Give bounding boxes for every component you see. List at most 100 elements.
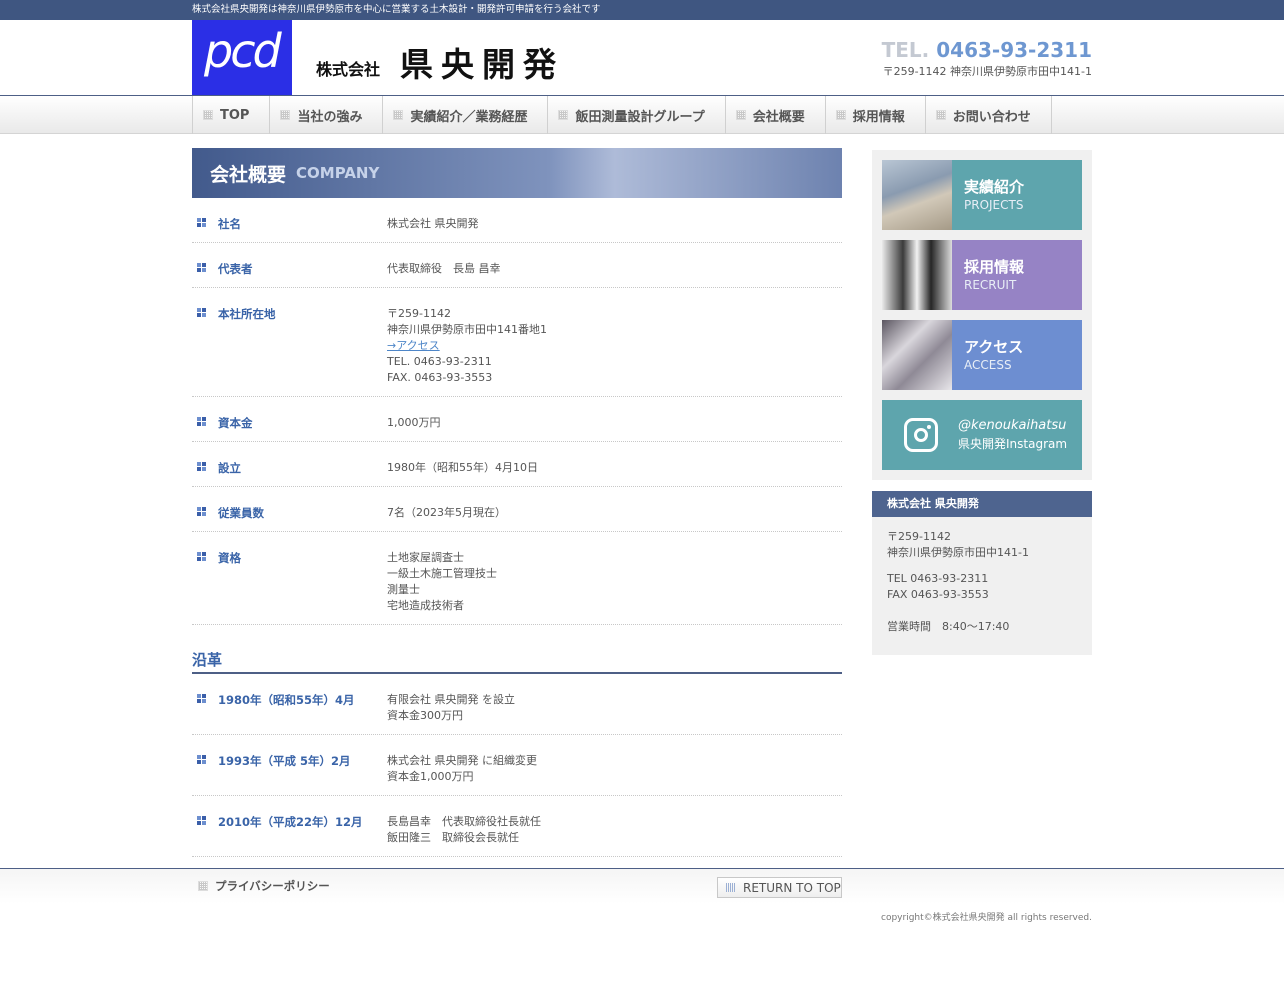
row-label: 1993年（平成 5年）2月: [218, 754, 351, 768]
grid-icon: [726, 883, 735, 892]
access-photo: [882, 320, 952, 390]
table-row: 社名 株式会社 県央開発: [192, 198, 842, 243]
return-to-top-label: RETURN TO TOP: [743, 880, 841, 895]
access-link[interactable]: →アクセス: [387, 338, 842, 354]
page-title: 会社概要 COMPANY: [192, 148, 842, 198]
content-wrap: 会社概要 COMPANY 社名 株式会社 県央開発 代表者 代表取締役 長島 昌…: [192, 148, 1092, 898]
table-row: 1993年（平成 5年）2月 株式会社 県央開発 に組織変更 資本金1,000万…: [192, 735, 842, 796]
top-tagline-bar: 株式会社県央開発は神奈川県伊勢原市を中心に営業する土木設計・開発許可申請を行う会…: [0, 0, 1284, 20]
banner-title: 実績紹介: [964, 178, 1025, 196]
banner-subtitle: PROJECTS: [964, 198, 1024, 212]
projects-banner[interactable]: 実績紹介 PROJECTS: [882, 160, 1082, 230]
banner-box: 実績紹介 PROJECTS 採用情報 RECRUIT アクセス ACCESS @…: [872, 150, 1092, 480]
info-address: 神奈川県伊勢原市田中141-1: [887, 546, 1029, 559]
table-row: 設立 1980年（昭和55年）4月10日: [192, 442, 842, 487]
grid-icon: [280, 110, 291, 120]
row-value: FAX. 0463-93-3553: [387, 371, 493, 384]
tagline-text: 株式会社県央開発は神奈川県伊勢原市を中心に営業する土木設計・開発許可申請を行う会…: [192, 4, 601, 15]
row-value: 株式会社 県央開発 に組織変更: [387, 754, 537, 767]
banner-subtitle: RECRUIT: [964, 278, 1017, 292]
page-title-en: COMPANY: [296, 164, 380, 182]
recruit-photo: [882, 240, 952, 310]
row-label: 代表者: [218, 262, 253, 276]
square-bullet-icon: [197, 552, 206, 561]
grid-icon: [835, 110, 846, 120]
info-hours: 営業時間 8:40〜17:40: [887, 620, 1010, 633]
nav-item-recruit[interactable]: 採用情報: [826, 96, 926, 134]
nav-item-label: TOP: [220, 107, 250, 123]
nav-item-label: お問い合わせ: [952, 109, 1031, 125]
table-row: 2010年（平成22年）12月 長島昌幸 代表取締役社長就任 飯田隆三 取締役会…: [192, 796, 842, 857]
nav-item-label: 会社概要: [752, 109, 805, 125]
row-value: 〒259-1142: [387, 307, 451, 320]
row-value: 測量士: [387, 583, 420, 596]
header-tel: TEL. 0463-93-2311: [882, 38, 1092, 62]
square-bullet-icon: [197, 507, 206, 516]
info-tel: TEL 0463-93-2311: [887, 572, 989, 585]
square-bullet-icon: [197, 263, 206, 272]
row-label: 1980年（昭和55年）4月: [218, 693, 355, 707]
recruit-banner[interactable]: 採用情報 RECRUIT: [882, 240, 1082, 310]
row-label: 設立: [218, 461, 241, 475]
row-value: 飯田隆三 取締役会長就任: [387, 831, 519, 844]
access-banner[interactable]: アクセス ACCESS: [882, 320, 1082, 390]
row-label: 従業員数: [218, 506, 264, 520]
table-row: 1980年（昭和55年）4月 有限会社 県央開発 を設立 資本金300万円: [192, 674, 842, 735]
row-value: 1980年（昭和55年）4月10日: [387, 461, 538, 474]
company-prefix: 株式会社: [316, 60, 381, 79]
row-value: 株式会社 県央開発: [387, 217, 479, 230]
table-row: 資本金 1,000万円: [192, 397, 842, 442]
return-to-top-button[interactable]: RETURN TO TOP: [717, 877, 842, 898]
nav-item-label: 実績紹介／業務経歴: [410, 109, 528, 125]
global-nav: TOP 当社の強み 実績紹介／業務経歴 飯田測量設計グループ 会社概要 採用情報…: [0, 95, 1284, 134]
table-row: 本社所在地 〒259-1142 神奈川県伊勢原市田中141番地1 →アクセス T…: [192, 288, 842, 397]
row-value: 宅地造成技術者: [387, 599, 464, 612]
square-bullet-icon: [197, 218, 206, 227]
square-bullet-icon: [197, 755, 206, 764]
square-bullet-icon: [197, 308, 206, 317]
company-table: 社名 株式会社 県央開発 代表者 代表取締役 長島 昌幸 本社所在地 〒259-…: [192, 198, 842, 625]
tel-prefix: TEL.: [881, 38, 930, 62]
nav-item-group[interactable]: 飯田測量設計グループ: [548, 96, 726, 134]
row-value: 一級土木施工管理技士: [387, 567, 497, 580]
company-info-box: 株式会社 県央開発 〒259-1142 神奈川県伊勢原市田中141-1 TEL …: [872, 491, 1092, 655]
square-bullet-icon: [197, 816, 206, 825]
row-label: 2010年（平成22年）12月: [218, 815, 363, 829]
instagram-icon: [904, 418, 938, 452]
info-fax: FAX 0463-93-3553: [887, 588, 989, 601]
row-label: 本社所在地: [218, 307, 276, 321]
banner-subtitle: ACCESS: [964, 358, 1012, 372]
site-logo[interactable]: pcd: [192, 20, 292, 95]
grid-icon: [558, 110, 569, 120]
row-value: TEL. 0463-93-2311: [387, 355, 492, 368]
row-value: 資本金300万円: [387, 709, 463, 722]
row-value: 有限会社 県央開発 を設立: [387, 693, 515, 706]
nav-item-company[interactable]: 会社概要: [726, 96, 826, 134]
history-table: 1980年（昭和55年）4月 有限会社 県央開発 を設立 資本金300万円 19…: [192, 674, 842, 857]
company-info-title: 株式会社 県央開発: [872, 491, 1092, 517]
nav-item-strengths[interactable]: 当社の強み: [270, 96, 384, 134]
tel-number: 0463-93-2311: [936, 38, 1092, 62]
nav-item-top[interactable]: TOP: [193, 96, 271, 134]
square-bullet-icon: [197, 462, 206, 471]
instagram-banner[interactable]: @kenoukaihatsu 県央開発Instagram: [882, 400, 1082, 470]
table-row: 代表者 代表取締役 長島 昌幸: [192, 243, 842, 288]
grid-icon: [393, 110, 404, 120]
nav-item-contact[interactable]: お問い合わせ: [926, 96, 1052, 134]
nav-item-projects[interactable]: 実績紹介／業務経歴: [383, 96, 549, 134]
history-heading: 沿革: [192, 649, 842, 674]
row-label: 資格: [218, 551, 241, 565]
square-bullet-icon: [197, 694, 206, 703]
banner-title: アクセス: [964, 338, 1024, 356]
nav-item-label: 当社の強み: [297, 109, 363, 125]
company-name: 県央開発: [400, 45, 564, 84]
projects-photo: [882, 160, 952, 230]
row-value: 資本金1,000万円: [387, 770, 474, 783]
table-row: 従業員数 7名（2023年5月現在）: [192, 487, 842, 532]
info-postal: 〒259-1142: [887, 530, 951, 543]
row-value: 長島昌幸 代表取締役社長就任: [387, 815, 541, 828]
table-row: 資格 土地家屋調査士 一級土木施工管理技士 測量士 宅地造成技術者: [192, 532, 842, 625]
sidebar: 実績紹介 PROJECTS 採用情報 RECRUIT アクセス ACCESS @…: [872, 150, 1092, 655]
grid-icon: [203, 110, 213, 120]
row-value: 7名（2023年5月現在）: [387, 506, 506, 519]
